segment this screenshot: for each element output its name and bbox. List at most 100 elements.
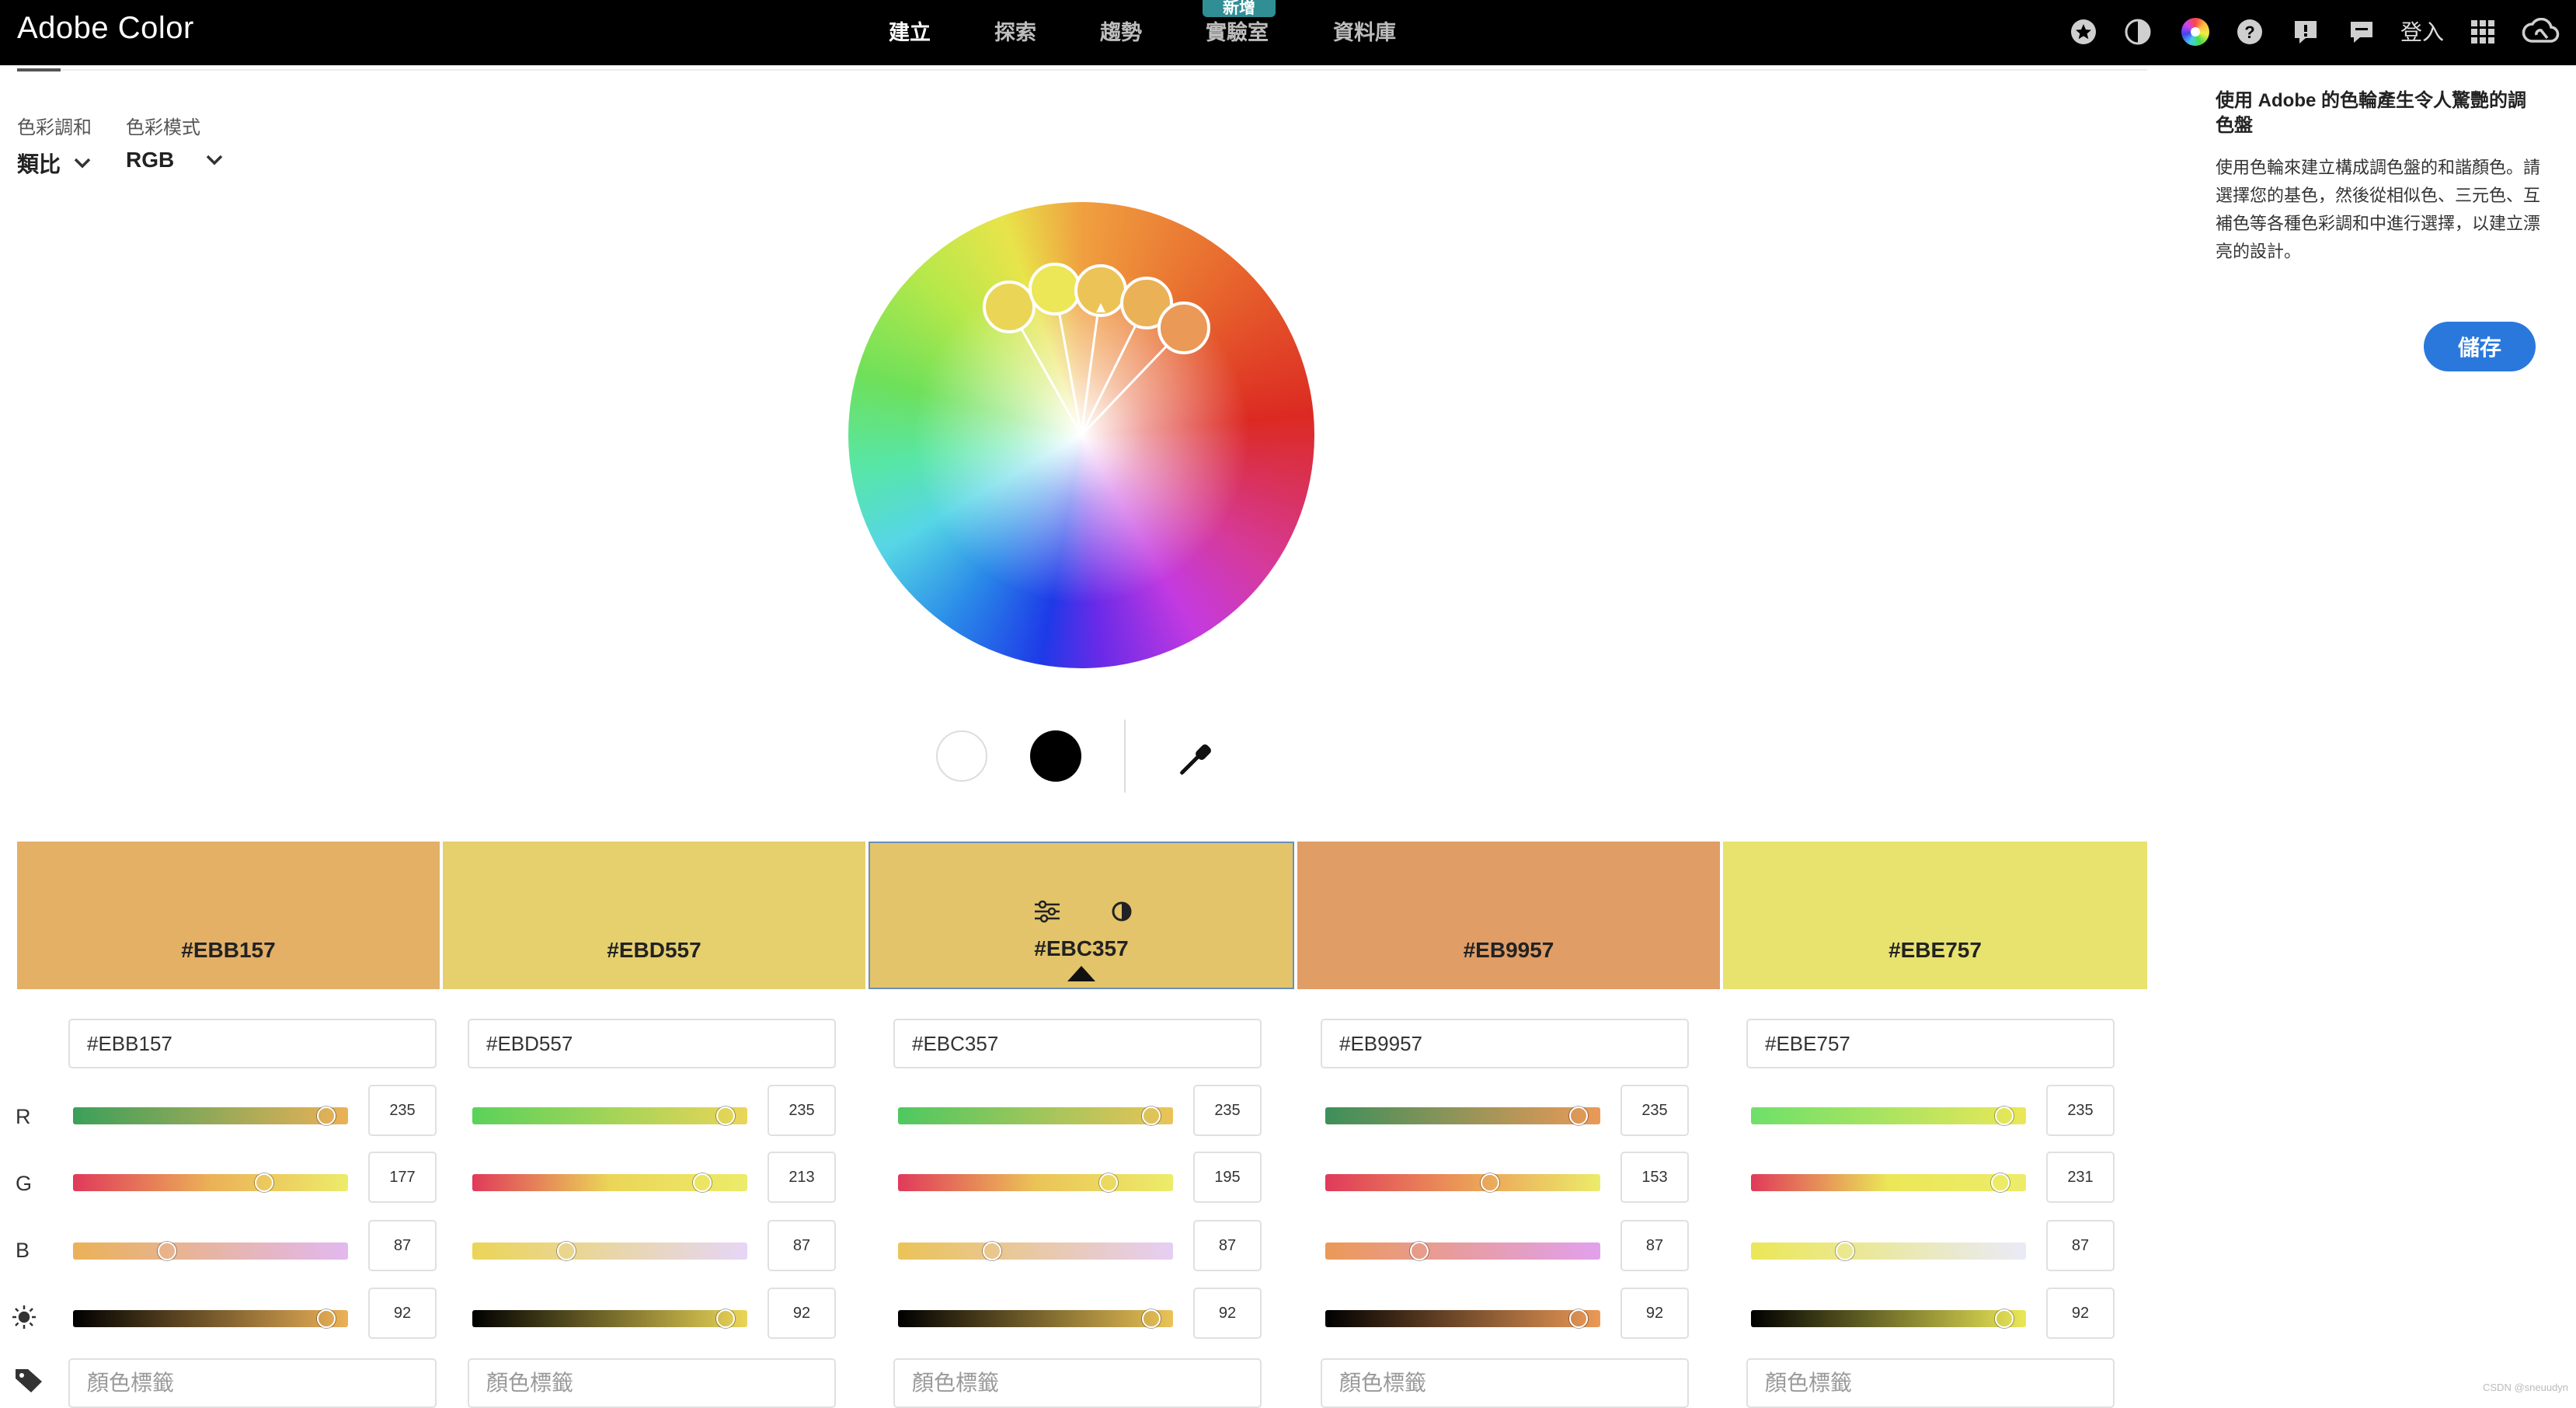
blue-value-1[interactable]: 87 [368,1220,437,1271]
brightness-slider-1[interactable] [73,1310,348,1327]
brightness-value-2[interactable]: 92 [768,1288,836,1339]
green-slider-1[interactable] [73,1174,348,1191]
brightness-slider-5[interactable] [1751,1310,2026,1327]
sliders-icon[interactable] [1033,900,1061,923]
selected-swatch-pointer [1067,966,1095,981]
red-value-4[interactable]: 235 [1620,1085,1689,1136]
brightness-value-3[interactable]: 92 [1193,1288,1262,1339]
hex-input-1[interactable]: #EBB157 [68,1019,437,1068]
brightness-value-4[interactable]: 92 [1620,1288,1689,1339]
color-handle-2 [1029,263,1081,315]
color-swatch-5[interactable]: #EBE757 [1723,842,2147,989]
help-icon[interactable]: ? [2234,16,2265,47]
red-value-1[interactable]: 235 [368,1085,437,1136]
hex-input-3[interactable]: #EBC357 [893,1019,1262,1068]
apps-grid-icon[interactable] [2467,16,2498,47]
mode-label: 色彩模式 [126,117,200,138]
hex-input-4[interactable]: #EB9957 [1321,1019,1689,1068]
mode-dropdown[interactable]: RGB [126,148,224,173]
red-slider-2[interactable] [472,1107,747,1124]
blue-value-3[interactable]: 87 [1193,1220,1262,1271]
harmony-dropdown[interactable]: 類比 [17,148,92,179]
green-slider-3[interactable] [898,1174,1173,1191]
color-tag-input-2[interactable]: 顏色標籤 [468,1358,836,1408]
green-slider-handle-3[interactable] [1098,1173,1118,1192]
color-tag-input-4[interactable]: 顏色標籤 [1321,1358,1689,1408]
nav-trends[interactable]: 趨勢 [1100,16,1142,46]
swatch-hex-label: #EBD557 [607,938,701,962]
brightness-value-1[interactable]: 92 [368,1288,437,1339]
blue-slider-handle-5[interactable] [1835,1242,1854,1260]
green-value-5[interactable]: 231 [2046,1152,2115,1203]
blue-slider-handle-4[interactable] [1409,1242,1429,1260]
color-handle-1 [983,281,1036,333]
green-value-4[interactable]: 153 [1620,1152,1689,1203]
hex-input-5[interactable]: #EBE757 [1746,1019,2115,1068]
blue-slider-handle-3[interactable] [982,1242,1001,1260]
color-tag-input-5[interactable]: 顏色標籤 [1746,1358,2115,1408]
nav-create[interactable]: 建立 [889,16,931,46]
red-value-2[interactable]: 235 [768,1085,836,1136]
red-value-5[interactable]: 235 [2046,1085,2115,1136]
blue-slider-4[interactable] [1325,1242,1600,1260]
color-wheel-icon[interactable] [2180,16,2211,47]
brightness-value-5[interactable]: 92 [2046,1288,2115,1339]
brightness-slider-handle-4[interactable] [1568,1309,1588,1328]
color-swatch-1[interactable]: #EBB157 [17,842,440,989]
brightness-slider-handle-3[interactable] [1141,1309,1161,1328]
blue-value-2[interactable]: 87 [768,1220,836,1271]
blue-slider-2[interactable] [472,1242,747,1260]
nav-labs[interactable]: 實驗室 [1206,16,1269,46]
green-slider-5[interactable] [1751,1174,2026,1191]
green-slider-handle-1[interactable] [254,1173,273,1192]
green-slider-4[interactable] [1325,1174,1600,1191]
green-value-2[interactable]: 213 [768,1152,836,1203]
red-slider-5[interactable] [1751,1107,2026,1124]
star-icon[interactable] [2068,16,2099,47]
eyedropper-icon[interactable] [1175,737,1217,779]
svg-text:?: ? [2244,23,2254,42]
hex-input-2[interactable]: #EBD557 [468,1019,836,1068]
blue-value-4[interactable]: 87 [1620,1220,1689,1271]
blue-slider-5[interactable] [1751,1242,2026,1260]
green-slider-handle-5[interactable] [1990,1173,2010,1192]
nav-library[interactable]: 資料庫 [1333,16,1396,46]
color-tag-input-1[interactable]: 顏色標籤 [68,1358,437,1408]
top-bar: Adobe Color 建立 探索 趨勢 新增 實驗室 資料庫 ? 登入 [0,0,2576,65]
chat-icon[interactable] [2346,16,2377,47]
channel-label-b: B [16,1239,30,1262]
brightness-slider-3[interactable] [898,1310,1173,1327]
brightness-slider-4[interactable] [1325,1310,1600,1327]
app-logo[interactable]: Adobe Color [17,11,194,46]
blue-slider-handle-1[interactable] [157,1242,176,1260]
blue-value-5[interactable]: 87 [2046,1220,2115,1271]
brightness-slider-handle-1[interactable] [316,1309,336,1328]
blue-slider-3[interactable] [898,1242,1173,1260]
login-link[interactable]: 登入 [2400,16,2444,47]
blue-slider-1[interactable] [73,1242,348,1260]
red-value-3[interactable]: 235 [1193,1085,1262,1136]
brightness-icon[interactable] [1111,901,1133,922]
contrast-icon[interactable] [2122,16,2153,47]
color-swatch-4[interactable]: #EB9957 [1297,842,1720,989]
red-slider-1[interactable] [73,1107,348,1124]
color-tag-input-3[interactable]: 顏色標籤 [893,1358,1262,1408]
nav-explore[interactable]: 探索 [994,16,1036,46]
green-slider-handle-2[interactable] [692,1173,712,1192]
black-brightness-button[interactable] [1030,730,1081,782]
white-brightness-button[interactable] [936,730,987,782]
brightness-slider-handle-5[interactable] [1994,1309,2014,1328]
blue-slider-handle-2[interactable] [556,1242,576,1260]
green-value-3[interactable]: 195 [1193,1152,1262,1203]
feedback-icon[interactable] [2290,16,2321,47]
brightness-slider-handle-2[interactable] [715,1309,735,1328]
tag-icon [14,1368,44,1398]
creative-cloud-icon[interactable] [2520,16,2560,47]
red-slider-3[interactable] [898,1107,1173,1124]
brightness-slider-2[interactable] [472,1310,747,1327]
color-swatch-2[interactable]: #EBD557 [443,842,865,989]
green-value-1[interactable]: 177 [368,1152,437,1203]
red-slider-4[interactable] [1325,1107,1600,1124]
harmony-value: 類比 [17,152,61,176]
save-button[interactable]: 儲存 [2424,322,2536,371]
